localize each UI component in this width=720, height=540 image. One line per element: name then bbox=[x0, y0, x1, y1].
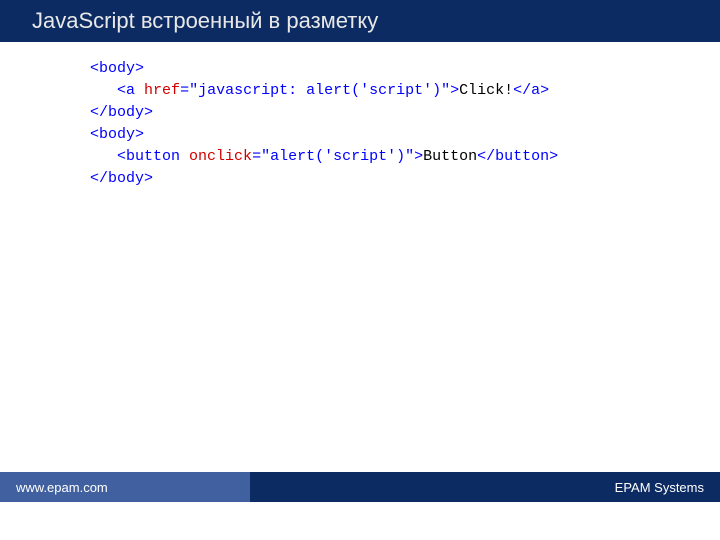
code-token: > bbox=[450, 82, 459, 99]
title-bar: JavaScript встроенный в разметку bbox=[0, 0, 720, 42]
code-token: <button bbox=[117, 148, 180, 165]
code-token: </body> bbox=[90, 104, 153, 121]
code-token: = bbox=[252, 148, 261, 165]
footer-left: www.epam.com bbox=[0, 472, 250, 502]
code-token: > bbox=[414, 148, 423, 165]
slide: JavaScript встроенный в разметку <body> … bbox=[0, 0, 720, 540]
code-token bbox=[180, 148, 189, 165]
footer: www.epam.com EPAM Systems bbox=[0, 472, 720, 502]
footer-url: www.epam.com bbox=[16, 480, 108, 495]
code-token: </body> bbox=[90, 170, 153, 187]
code-token: <a bbox=[117, 82, 135, 99]
code-token: href bbox=[144, 82, 180, 99]
code-token: "javascript: alert('script')" bbox=[189, 82, 450, 99]
slide-title: JavaScript встроенный в разметку bbox=[32, 8, 378, 34]
code-token: Button bbox=[423, 148, 477, 165]
code-token bbox=[135, 82, 144, 99]
code-token: = bbox=[180, 82, 189, 99]
footer-right: EPAM Systems bbox=[250, 472, 720, 502]
code-token: <body> bbox=[90, 126, 144, 143]
code-token: </a> bbox=[513, 82, 549, 99]
code-token: "alert('script')" bbox=[261, 148, 414, 165]
code-token: <body> bbox=[90, 60, 144, 77]
code-token: </button> bbox=[477, 148, 558, 165]
code-token: onclick bbox=[189, 148, 252, 165]
code-block: <body> <a href="javascript: alert('scrip… bbox=[90, 58, 558, 190]
footer-company: EPAM Systems bbox=[615, 480, 704, 495]
code-token: Click! bbox=[459, 82, 513, 99]
